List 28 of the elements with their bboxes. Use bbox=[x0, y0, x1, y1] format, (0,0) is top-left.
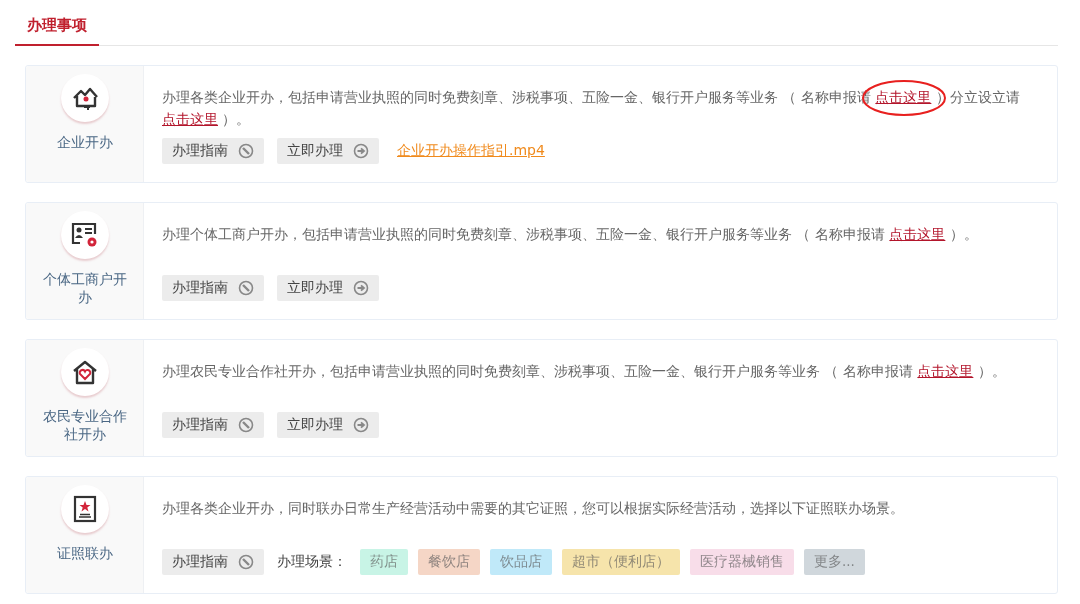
apply-button[interactable]: 立即办理 bbox=[277, 138, 379, 164]
arrow-right-icon bbox=[353, 280, 369, 296]
guide-button[interactable]: 办理指南 bbox=[162, 412, 264, 438]
arrow-right-icon bbox=[353, 417, 369, 433]
compass-icon bbox=[238, 143, 254, 159]
compass-icon bbox=[238, 554, 254, 570]
certificate-icon bbox=[72, 495, 97, 523]
arrow-right-icon bbox=[353, 143, 369, 159]
scenes-label: 办理场景： bbox=[277, 553, 347, 571]
click-here-link[interactable]: 点击这里 bbox=[889, 226, 946, 242]
click-here-link[interactable]: 点击这里 bbox=[917, 363, 974, 379]
compass-icon bbox=[238, 417, 254, 433]
click-here-link[interactable]: 点击这里 bbox=[875, 89, 932, 105]
section-tab[interactable]: 办理事项 bbox=[15, 12, 99, 46]
service-title: 证照联办 bbox=[55, 544, 114, 562]
service-title: 农民专业合作社开办 bbox=[41, 407, 128, 443]
service-description: 办理个体工商户开办，包括申请营业执照的同时免费刻章、涉税事项、五险一金、银行开户服务等业务 （ 名称申报请 点击这里 ）。 bbox=[162, 225, 979, 244]
service-description: 办理各类企业开办，同时联办日常生产经营活动中需要的其它证照，您可以根据实际经营活动，选择以下证照联办场景。 bbox=[162, 499, 905, 518]
click-here-link[interactable]: 点击这里 bbox=[162, 111, 218, 127]
compass-icon bbox=[238, 280, 254, 296]
guide-button[interactable]: 办理指南 bbox=[162, 138, 264, 164]
service-title: 企业开办 bbox=[55, 133, 114, 151]
apply-button[interactable]: 立即办理 bbox=[277, 275, 379, 301]
service-title: 个体工商户开办 bbox=[41, 270, 128, 306]
apply-button[interactable]: 立即办理 bbox=[277, 412, 379, 438]
service-description: 办理农民专业合作社开办，包括申请营业执照的同时免费刻章、涉税事项、五险一金、银行开户服务等业务 （ 名称申报请 点击这里 ）。 bbox=[162, 362, 1007, 381]
guide-button[interactable]: 办理指南 bbox=[162, 549, 264, 575]
guide-button[interactable]: 办理指南 bbox=[162, 275, 264, 301]
